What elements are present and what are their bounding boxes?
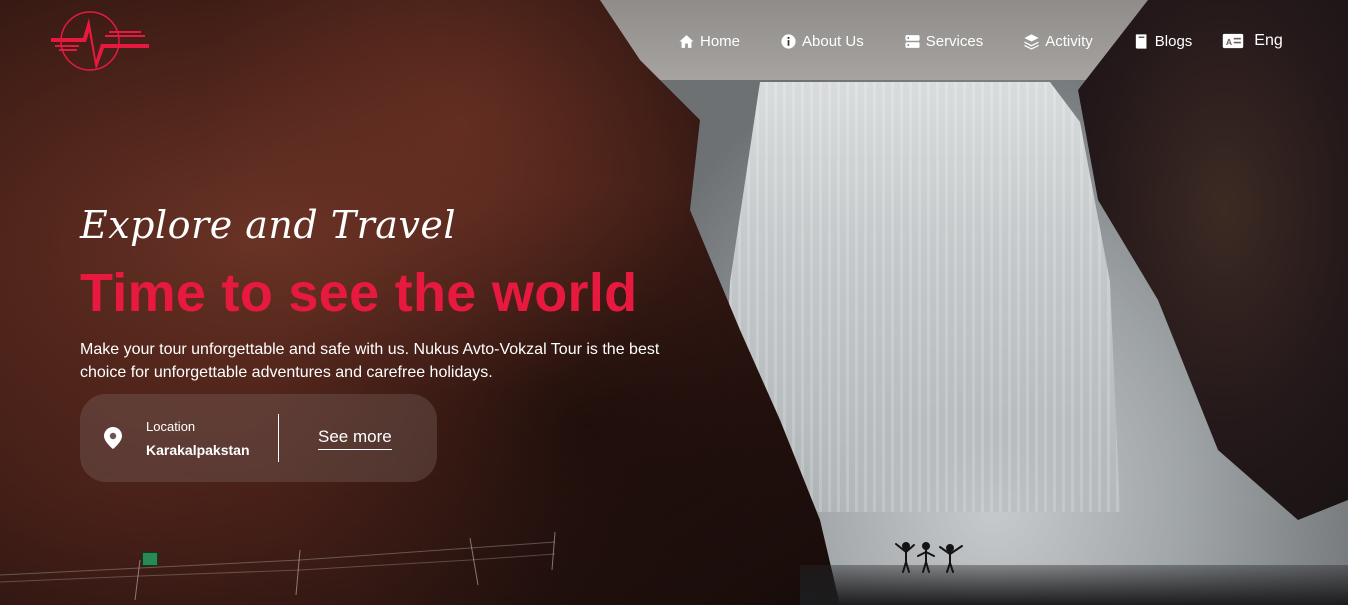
info-icon bbox=[781, 33, 796, 49]
nav-activity[interactable]: Activity bbox=[1023, 33, 1093, 50]
ground bbox=[800, 565, 1348, 605]
nav-services-label: Services bbox=[925, 32, 984, 50]
svg-text:A: A bbox=[1226, 37, 1232, 47]
see-more-link[interactable]: See more bbox=[318, 427, 392, 450]
people-silhouettes bbox=[895, 542, 963, 573]
location-label: Location bbox=[146, 419, 196, 434]
hero-title: Time to see the world bbox=[80, 263, 638, 323]
hero-description: Make your tour unforgettable and safe wi… bbox=[80, 341, 660, 381]
layers-icon bbox=[1024, 33, 1039, 50]
server-icon bbox=[905, 34, 920, 48]
language-selector[interactable]: A Eng bbox=[1222, 32, 1283, 50]
nav-blogs-label: Blogs bbox=[1154, 32, 1193, 50]
nav-services[interactable]: Services bbox=[904, 32, 984, 50]
flag bbox=[142, 552, 158, 566]
home-icon bbox=[679, 34, 694, 48]
nav-home-label: Home bbox=[700, 32, 741, 50]
card-divider bbox=[278, 414, 279, 462]
language-label: Eng bbox=[1254, 32, 1283, 49]
nav-activity-label: Activity bbox=[1045, 32, 1093, 50]
language-icon: A bbox=[1223, 33, 1244, 49]
book-icon bbox=[1135, 33, 1147, 49]
nav-about-us[interactable]: About Us bbox=[780, 33, 864, 50]
location-pin-icon bbox=[104, 427, 122, 449]
location-card: Location Karakalpakstan See more bbox=[80, 394, 437, 482]
nav-about-us-label: About Us bbox=[802, 32, 864, 50]
nav-home[interactable]: Home bbox=[678, 33, 740, 50]
main-nav: Home About Us Services Activity Blogs A … bbox=[678, 28, 1283, 54]
fence bbox=[0, 531, 556, 600]
nav-blogs[interactable]: Blogs bbox=[1133, 32, 1193, 50]
logo[interactable] bbox=[49, 10, 151, 72]
location-value: Karakalpakstan bbox=[146, 442, 250, 458]
hero-script-title: Explore and Travel bbox=[80, 203, 457, 247]
